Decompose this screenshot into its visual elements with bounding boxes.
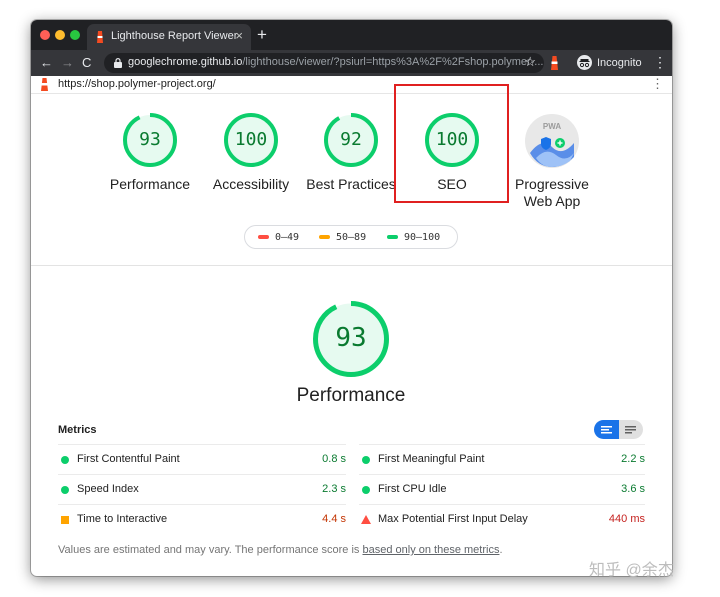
pass-swatch-icon: [387, 235, 398, 239]
main-score: 93: [335, 323, 367, 353]
close-tab-icon[interactable]: ×: [235, 28, 243, 43]
metric-label: Max Potential First Input Delay: [378, 513, 528, 525]
lines-view-button[interactable]: [594, 420, 619, 439]
gauge-label: Accessibility: [212, 176, 290, 192]
average-icon: [61, 516, 69, 524]
pass-icon: [61, 486, 69, 494]
maximize-window-button[interactable]: [70, 30, 80, 40]
tab-title: Lighthouse Report Viewer: [111, 30, 238, 42]
legend-item-pass: 90–100: [387, 232, 440, 243]
gauge-score: 93: [139, 129, 161, 150]
forward-arrow-icon[interactable]: →: [61, 54, 74, 72]
scoring-link[interactable]: based only on these metrics: [362, 544, 499, 556]
back-arrow-icon[interactable]: ←: [40, 54, 53, 72]
metric-row: First CPU Idle 3.6 s: [359, 474, 645, 505]
list-detail-icon: [625, 426, 636, 434]
metric-label: Speed Index: [77, 483, 139, 495]
metric-value: 2.3 s: [322, 483, 346, 495]
score-legend: 0–49 50–89 90–100: [244, 225, 458, 249]
metric-label: Time to Interactive: [77, 513, 168, 525]
audited-url: https://shop.polymer-project.org/: [58, 78, 216, 90]
legend-item-fail: 0–49: [258, 232, 299, 243]
metric-value: 0.8 s: [322, 453, 346, 465]
watermark: 知乎 @余杰: [589, 562, 674, 579]
metric-row: Time to Interactive 4.4 s: [58, 504, 346, 535]
browser-tab[interactable]: Lighthouse Report Viewer ×: [87, 24, 251, 50]
metric-row: First Contentful Paint 0.8 s: [58, 444, 346, 475]
section-title: Performance: [296, 385, 406, 406]
descriptions-view-button[interactable]: [619, 420, 643, 439]
metrics-view-toggle[interactable]: [594, 420, 643, 439]
incognito-label: Incognito: [597, 57, 642, 69]
bookmark-star-icon[interactable]: ☆: [524, 54, 536, 70]
report-menu-icon[interactable]: ⋮: [651, 76, 664, 92]
minimize-window-button[interactable]: [55, 30, 65, 40]
metric-value: 4.4 s: [322, 513, 346, 525]
metric-row: Max Potential First Input Delay 440 ms: [359, 504, 645, 535]
report-topbar: https://shop.polymer-project.org/ ⋮: [31, 76, 672, 94]
pass-icon: [61, 456, 69, 464]
gauge-score: 92: [340, 129, 362, 150]
metric-value: 440 ms: [608, 513, 645, 525]
best-practices-gauge[interactable]: 92: [323, 112, 379, 168]
legend-item-average: 50–89: [319, 232, 366, 243]
accessibility-gauge[interactable]: 100: [223, 112, 279, 168]
metrics-heading: Metrics: [58, 424, 97, 436]
metric-value: 3.6 s: [621, 483, 645, 495]
average-swatch-icon: [319, 235, 330, 239]
browser-menu-icon[interactable]: ⋮: [653, 54, 667, 71]
metric-row: First Meaningful Paint 2.2 s: [359, 444, 645, 475]
metric-label: First CPU Idle: [378, 483, 447, 495]
browser-window: Lighthouse Report Viewer × + ← → C googl…: [31, 20, 672, 576]
fail-triangle-icon: [361, 515, 371, 524]
metric-label: First Meaningful Paint: [378, 453, 485, 465]
address-bar[interactable]: googlechrome.github.io/lighthouse/viewer…: [104, 53, 544, 73]
lighthouse-extension-icon[interactable]: [550, 56, 559, 70]
highlight-box: [394, 84, 509, 203]
lighthouse-icon: [97, 31, 103, 43]
pwa-label: Progressive Web App: [515, 176, 589, 209]
gauge-label: Best Practices: [306, 176, 396, 192]
main-performance-gauge: 93: [312, 300, 390, 378]
reload-icon[interactable]: C: [82, 54, 91, 72]
footnote: Values are estimated and may vary. The p…: [58, 544, 503, 556]
lighthouse-logo-icon: [41, 78, 48, 91]
pass-icon: [362, 486, 370, 494]
section-divider: [31, 265, 672, 266]
fail-swatch-icon: [258, 235, 269, 239]
close-window-button[interactable]: [40, 30, 50, 40]
metric-value: 2.2 s: [621, 453, 645, 465]
metric-row: Speed Index 2.3 s: [58, 474, 346, 505]
list-icon: [601, 426, 612, 434]
pass-icon: [362, 456, 370, 464]
gauge-score: 100: [234, 129, 268, 150]
performance-gauge[interactable]: 93: [122, 112, 178, 168]
pwa-badge[interactable]: PWA: [524, 113, 580, 169]
url-text: googlechrome.github.io/lighthouse/viewer…: [128, 56, 544, 68]
incognito-icon[interactable]: [577, 55, 592, 70]
pwa-badge-text: PWA: [542, 122, 562, 131]
lock-icon: [114, 58, 122, 68]
new-tab-button[interactable]: +: [257, 25, 267, 45]
metric-label: First Contentful Paint: [77, 453, 180, 465]
tab-strip: Lighthouse Report Viewer × +: [31, 20, 672, 50]
gauge-label: Performance: [109, 176, 191, 192]
browser-toolbar: ← → C googlechrome.github.io/lighthouse/…: [31, 50, 672, 76]
